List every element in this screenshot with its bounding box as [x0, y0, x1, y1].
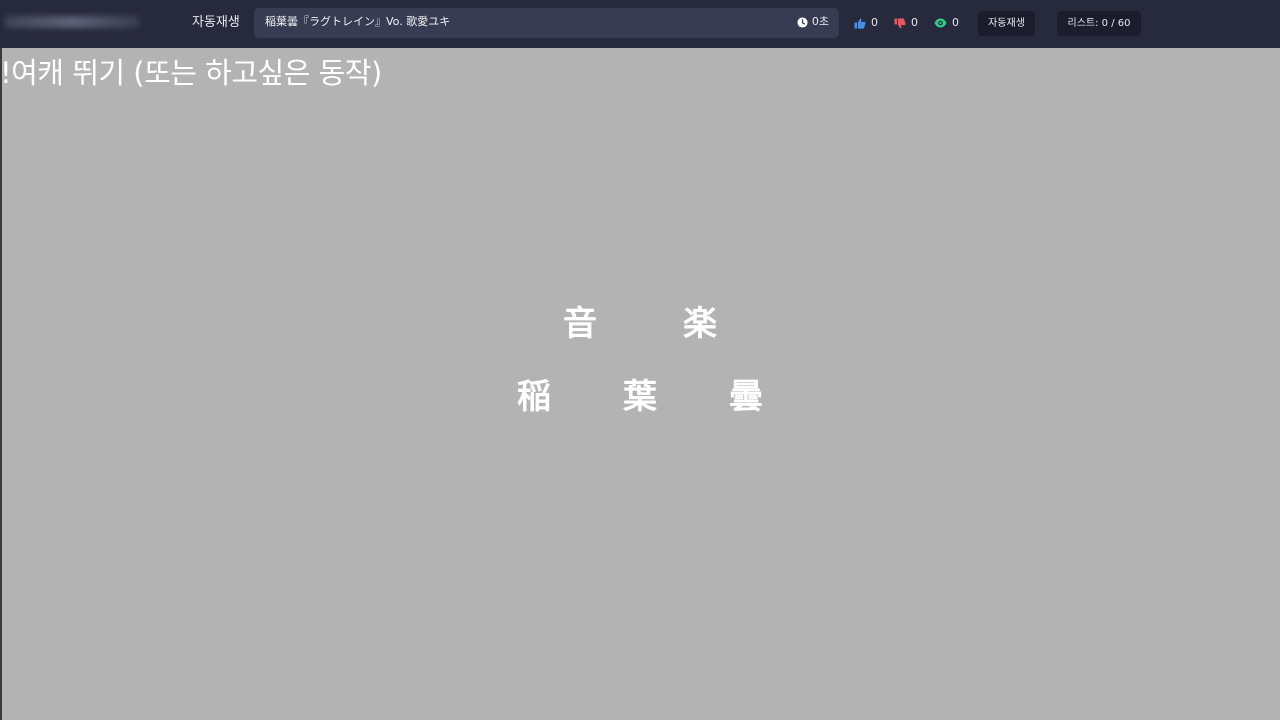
command-overlay-text: !여캐 뛰기 (또는 하고싶은 동작) [0, 56, 382, 90]
views-stat: 0 [934, 16, 959, 30]
dislike-count: 0 [911, 16, 918, 29]
clock-icon [797, 16, 808, 28]
blurred-channel-name [4, 16, 140, 28]
eye-icon [934, 18, 947, 28]
autoplay-button[interactable]: 자동재생 [978, 11, 1035, 36]
duration-value: 0초 [811, 15, 829, 28]
video-caption-artist: 稲葉曇 [517, 377, 835, 417]
thumbs-down-icon[interactable] [894, 17, 906, 29]
top-bar: 자동재생 稲葉曇『ラグトレイン』Vo. 歌愛ユキ 0초 0 0 0 자동재생 리… [0, 0, 1280, 48]
video-caption-music: 音楽 [563, 304, 803, 344]
views-count: 0 [952, 16, 959, 29]
thumbs-up-icon[interactable] [854, 18, 866, 29]
like-count: 0 [871, 16, 878, 29]
like-stat[interactable]: 0 [854, 16, 878, 30]
dislike-stat[interactable]: 0 [894, 16, 918, 30]
playlist-button[interactable]: 리스트: 0 / 60 [1057, 11, 1141, 36]
duration: 0초 [797, 15, 829, 29]
now-playing-box[interactable]: 稲葉曇『ラグトレイン』Vo. 歌愛ユキ 0초 [254, 8, 839, 38]
stats-bar: 0 0 0 [854, 16, 975, 30]
song-title: 稲葉曇『ラグトレイン』Vo. 歌愛ユキ [265, 15, 451, 28]
autoplay-label: 자동재생 [192, 15, 240, 30]
